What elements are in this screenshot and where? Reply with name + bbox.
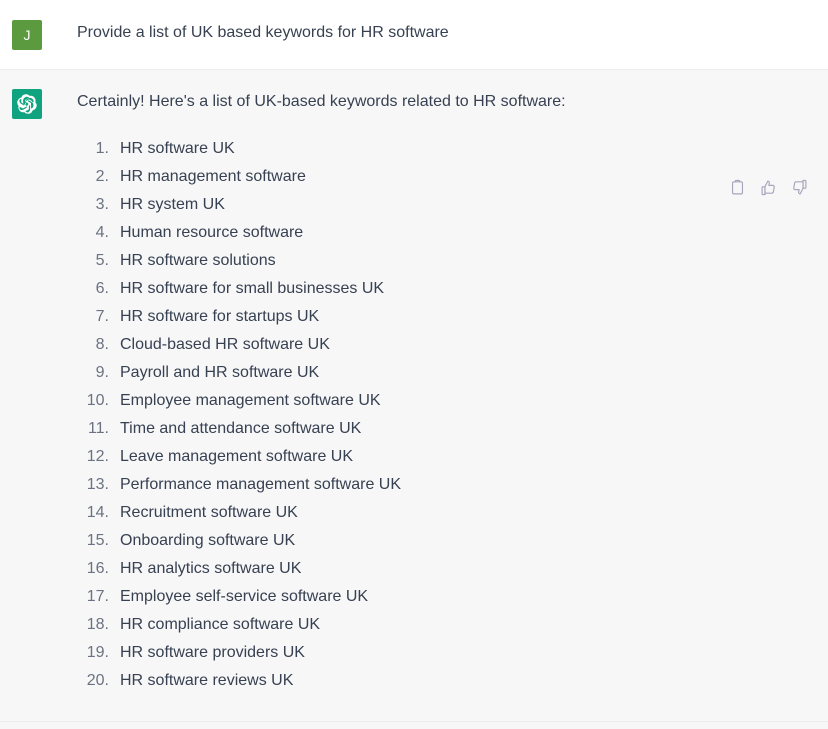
list-item-label: Cloud-based HR software UK — [120, 331, 330, 359]
conversation-thread: J Provide a list of UK based keywords fo… — [0, 0, 828, 722]
thumbs-down-button[interactable] — [790, 178, 808, 196]
copy-button[interactable] — [728, 178, 746, 196]
assistant-intro-text: Certainly! Here's a list of UK-based key… — [77, 88, 804, 115]
list-item: 18. HR compliance software UK — [77, 611, 804, 639]
user-message: J Provide a list of UK based keywords fo… — [0, 0, 828, 70]
list-item-number: 14. — [77, 499, 109, 527]
list-item-number: 12. — [77, 443, 109, 471]
list-item-number: 9. — [77, 359, 109, 387]
list-item-label: Employee self-service software UK — [120, 583, 368, 611]
list-item-label: HR software reviews UK — [120, 667, 293, 695]
list-item-label: HR software for small businesses UK — [120, 275, 384, 303]
list-item-label: Recruitment software UK — [120, 499, 298, 527]
list-item-label: HR analytics software UK — [120, 555, 301, 583]
list-item-number: 8. — [77, 331, 109, 359]
avatar-user-initial: J — [24, 28, 31, 42]
list-item: 12. Leave management software UK — [77, 443, 804, 471]
openai-logo-icon — [17, 94, 37, 114]
list-item: 3. HR system UK — [77, 191, 804, 219]
list-item: 6. HR software for small businesses UK — [77, 275, 804, 303]
list-item: 9. Payroll and HR software UK — [77, 359, 804, 387]
list-item-label: HR software providers UK — [120, 639, 305, 667]
assistant-message-body: Certainly! Here's a list of UK-based key… — [77, 88, 808, 695]
keyword-list: 1. HR software UK 2. HR management softwar… — [77, 135, 804, 695]
list-item: 7. HR software for startups UK — [77, 303, 804, 331]
list-item-number: 15. — [77, 527, 109, 555]
list-item: 19. HR software providers UK — [77, 639, 804, 667]
list-item-label: HR software UK — [120, 135, 235, 163]
list-item: 4. Human resource software — [77, 219, 804, 247]
list-item-label: HR management software — [120, 163, 306, 191]
list-item: 8. Cloud-based HR software UK — [77, 331, 804, 359]
list-item: 20. HR software reviews UK — [77, 667, 804, 695]
list-item-label: Time and attendance software UK — [120, 415, 361, 443]
thumbs-up-icon — [760, 179, 777, 196]
list-item: 17. Employee self-service software UK — [77, 583, 804, 611]
avatar-user: J — [12, 20, 42, 50]
list-item-number: 7. — [77, 303, 109, 331]
list-item-number: 16. — [77, 555, 109, 583]
thumbs-up-button[interactable] — [759, 178, 777, 196]
list-item-number: 10. — [77, 387, 109, 415]
list-item: 5. HR software solutions — [77, 247, 804, 275]
user-message-inner: J Provide a list of UK based keywords fo… — [0, 0, 828, 69]
user-message-body: Provide a list of UK based keywords for … — [77, 19, 808, 45]
list-item-number: 17. — [77, 583, 109, 611]
list-item-number: 4. — [77, 219, 109, 247]
message-actions — [728, 178, 808, 196]
list-item-label: Leave management software UK — [120, 443, 353, 471]
list-item-label: Human resource software — [120, 219, 303, 247]
thumbs-down-icon — [791, 179, 808, 196]
list-item-number: 20. — [77, 667, 109, 695]
assistant-message: Certainly! Here's a list of UK-based key… — [0, 70, 828, 722]
list-item-number: 6. — [77, 275, 109, 303]
list-item-label: HR software for startups UK — [120, 303, 319, 331]
list-item-number: 18. — [77, 611, 109, 639]
list-item-number: 5. — [77, 247, 109, 275]
list-item-label: HR software solutions — [120, 247, 276, 275]
list-item-number: 11. — [77, 415, 109, 443]
list-item-label: HR compliance software UK — [120, 611, 320, 639]
list-item-label: Payroll and HR software UK — [120, 359, 319, 387]
list-item-label: Employee management software UK — [120, 387, 381, 415]
list-item-number: 19. — [77, 639, 109, 667]
list-item-label: Performance management software UK — [120, 471, 401, 499]
list-item: 10. Employee management software UK — [77, 387, 804, 415]
list-item: 11. Time and attendance software UK — [77, 415, 804, 443]
avatar-assistant — [12, 89, 42, 119]
list-item: 13. Performance management software UK — [77, 471, 804, 499]
list-item-number: 1. — [77, 135, 109, 163]
list-item: 1. HR software UK — [77, 135, 804, 163]
list-item: 2. HR management software — [77, 163, 804, 191]
list-item: 14. Recruitment software UK — [77, 499, 804, 527]
list-item-number: 3. — [77, 191, 109, 219]
assistant-message-inner: Certainly! Here's a list of UK-based key… — [0, 70, 828, 721]
list-item: 15. Onboarding software UK — [77, 527, 804, 555]
list-item-label: HR system UK — [120, 191, 225, 219]
list-item-number: 13. — [77, 471, 109, 499]
copy-icon — [729, 179, 746, 196]
list-item-number: 2. — [77, 163, 109, 191]
list-item: 16. HR analytics software UK — [77, 555, 804, 583]
user-message-text: Provide a list of UK based keywords for … — [77, 19, 804, 45]
list-item-label: Onboarding software UK — [120, 527, 295, 555]
